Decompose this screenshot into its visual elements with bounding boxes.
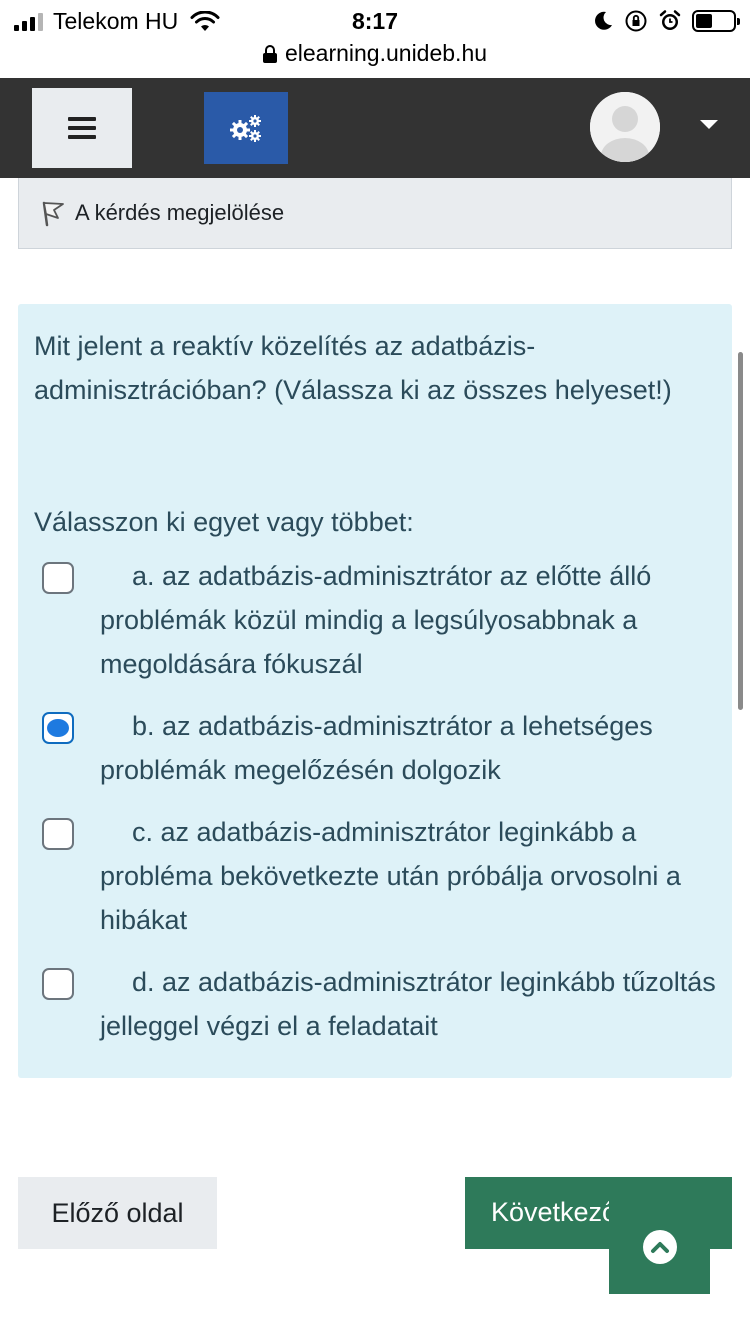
status-bar: Telekom HU 8:17 elearning.unideb.hu xyxy=(0,0,750,78)
answer-label-a: a. az adatbázis-adminisztrátor az előtte… xyxy=(100,561,652,679)
alarm-icon xyxy=(659,10,681,30)
previous-page-button[interactable]: Előző oldal xyxy=(18,1177,217,1249)
answer-label-d: d. az adatbázis-adminisztrátor leginkább… xyxy=(100,967,716,1041)
answer-checkbox-d[interactable] xyxy=(42,968,74,1000)
url-text: elearning.unideb.hu xyxy=(284,40,488,66)
battery-icon xyxy=(692,10,740,32)
status-right xyxy=(592,9,740,33)
answer-prompt: Válasszon ki egyet vagy többet: xyxy=(34,507,414,537)
answer-option-a[interactable]: a. az adatbázis-adminisztrátor az előtte… xyxy=(34,554,724,686)
lock-icon xyxy=(262,44,277,63)
answer-checkbox-a[interactable] xyxy=(42,562,74,594)
answer-checkbox-b[interactable] xyxy=(42,712,74,744)
user-avatar-icon xyxy=(590,92,660,162)
user-avatar[interactable] xyxy=(590,92,660,162)
flag-question[interactable]: A kérdés megjelölése xyxy=(18,178,732,249)
settings-menu-button[interactable] xyxy=(204,92,288,164)
answer-checkbox-c[interactable] xyxy=(42,818,74,850)
rotation-lock-icon xyxy=(625,10,647,32)
answer-label-c: c. az adatbázis-adminisztrátor leginkább… xyxy=(100,817,681,935)
question-box: Mit jelent a reaktív közelítés az adatbá… xyxy=(18,304,732,1078)
question-text: Mit jelent a reaktív közelítés az adatbá… xyxy=(34,331,672,405)
caret-down-icon[interactable] xyxy=(700,120,718,129)
hamburger-icon xyxy=(68,117,96,139)
moon-icon xyxy=(595,11,612,30)
arrow-up-circle-icon xyxy=(642,1230,677,1264)
answer-option-b[interactable]: b. az adatbázis-adminisztrátor a lehetsé… xyxy=(34,704,724,792)
back-to-top-button[interactable] xyxy=(609,1200,710,1294)
answer-label-b: b. az adatbázis-adminisztrátor a lehetsé… xyxy=(100,711,653,785)
flag-icon xyxy=(42,201,64,227)
url-bar[interactable]: elearning.unideb.hu xyxy=(0,40,750,67)
top-navbar xyxy=(0,78,750,178)
answer-option-d[interactable]: d. az adatbázis-adminisztrátor leginkább… xyxy=(34,960,724,1048)
page-scrollbar[interactable] xyxy=(738,352,743,710)
answer-option-c[interactable]: c. az adatbázis-adminisztrátor leginkább… xyxy=(34,810,724,942)
flag-label: A kérdés megjelölése xyxy=(75,200,285,225)
menu-toggle-button[interactable] xyxy=(32,88,132,168)
gears-icon xyxy=(230,115,261,142)
